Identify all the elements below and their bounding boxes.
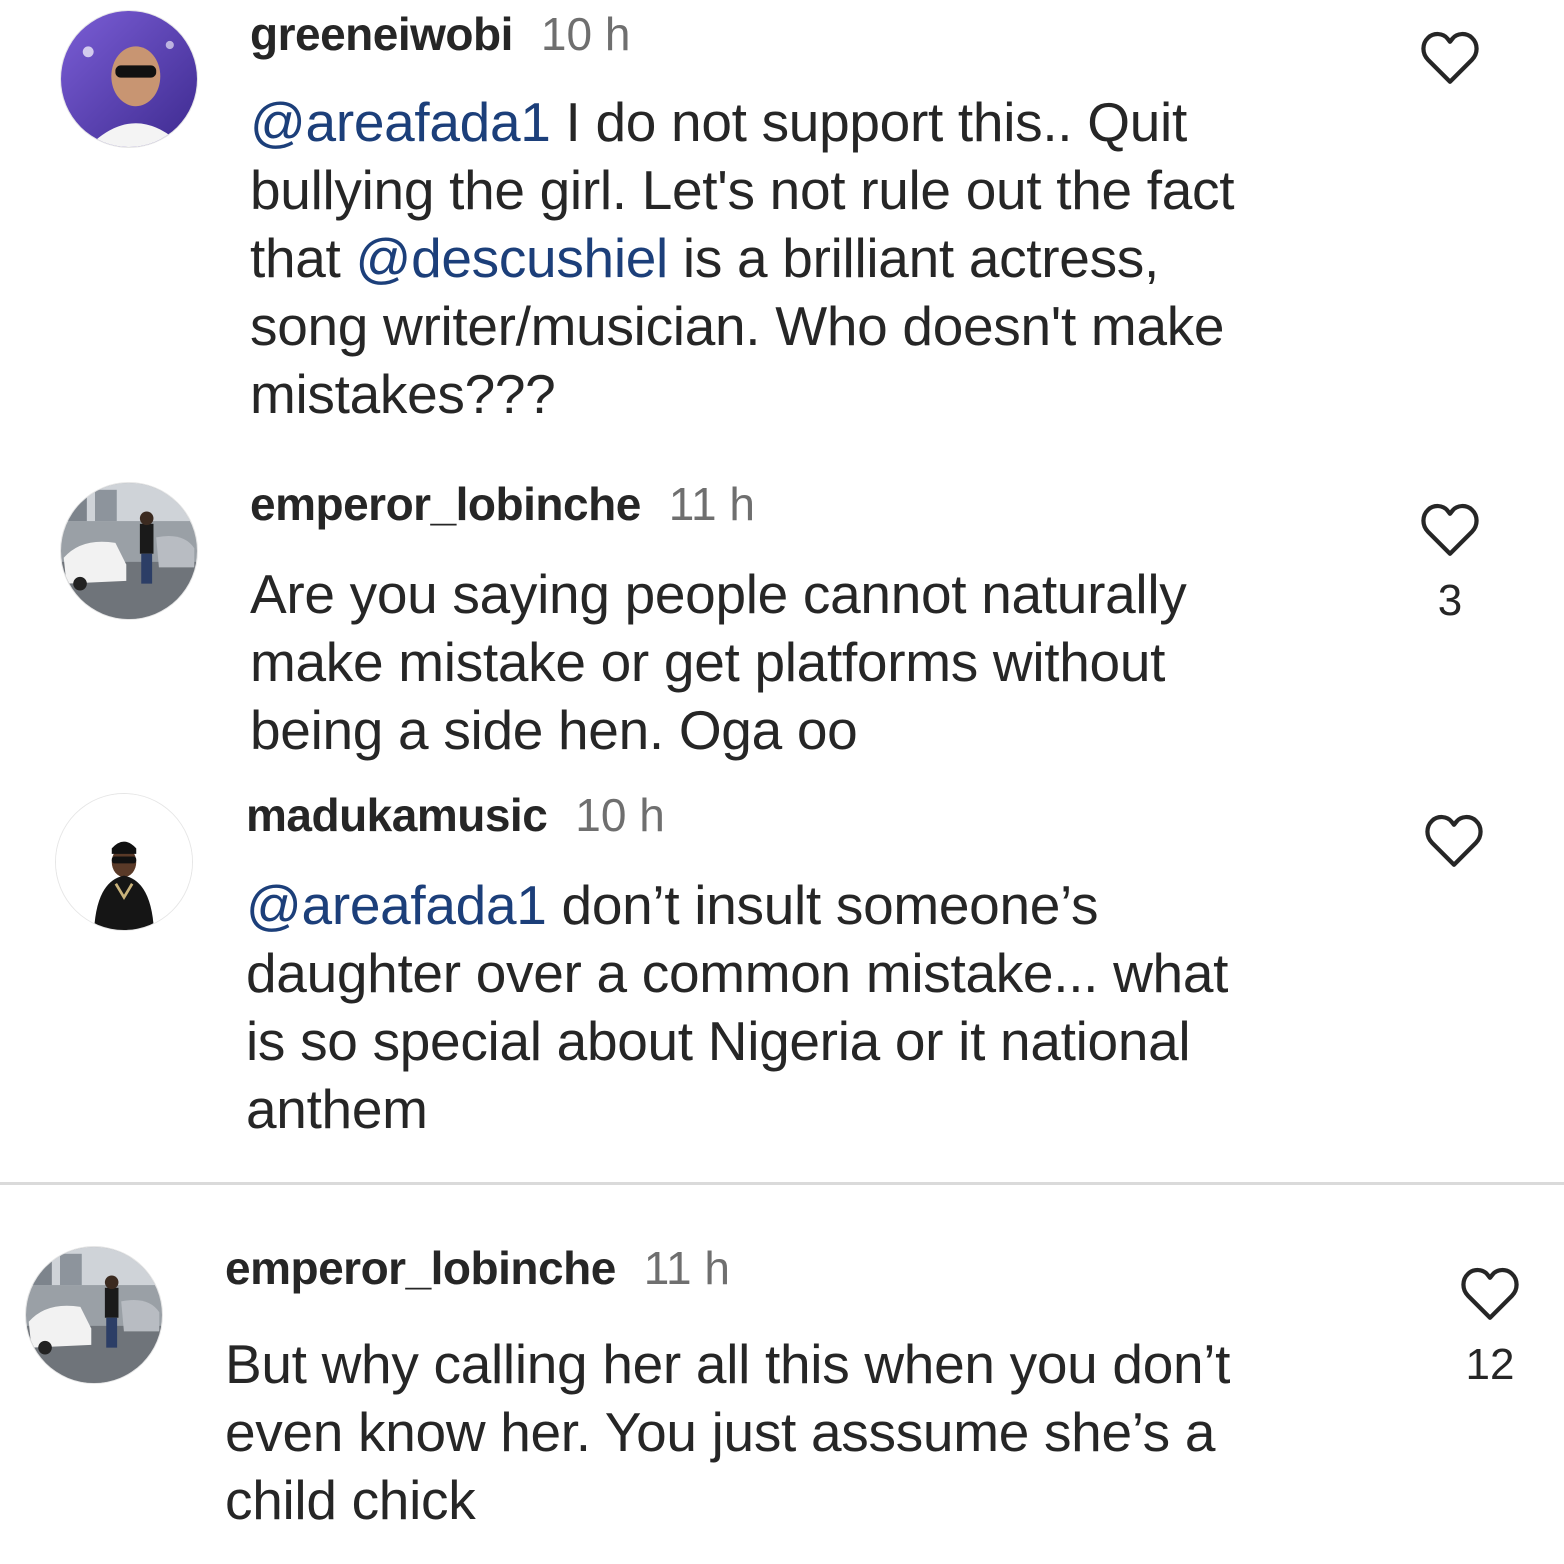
comment-text-segment: bullying the girl. Let's not rule out th… <box>250 159 1235 221</box>
avatar[interactable] <box>60 482 198 620</box>
comment-meta: madukamusic 10 h <box>246 787 665 843</box>
like-button[interactable] <box>1424 813 1484 887</box>
comment-line: is so special about Nigeria or it nation… <box>246 1007 1228 1075</box>
username[interactable]: emperor_lobinche <box>225 1242 616 1294</box>
heart-outline-icon <box>1425 814 1483 867</box>
comment-line: mistakes??? <box>250 360 1234 428</box>
comment-line: bullying the girl. Let's not rule out th… <box>250 156 1235 224</box>
comment-text-segment: that <box>250 227 356 289</box>
mention-link[interactable]: @descushiel <box>356 227 669 289</box>
username[interactable]: madukamusic <box>246 789 548 841</box>
comment-line: make mistake or get platforms without <box>250 628 1186 696</box>
comment-text-segment: But why calling her all this when you do… <box>225 1333 1231 1395</box>
like-count: 3 <box>1437 576 1463 625</box>
comment-text-segment: don’t insult someone’s <box>546 874 1099 936</box>
username[interactable]: emperor_lobinche <box>250 478 641 530</box>
comment-text-segment: even know her. You just asssume she’s a <box>225 1401 1216 1463</box>
like-count: 12 <box>1465 1340 1515 1389</box>
comment-line: @areafada1 I do not support this.. Quit <box>250 88 1234 156</box>
avatar-image <box>26 1247 162 1383</box>
comment-line: even know her. You just asssume she’s a <box>225 1398 1230 1466</box>
timestamp: 11 h <box>668 478 755 530</box>
comment-line: being a side hen. Oga oo <box>250 696 1186 764</box>
comment-text-segment: being a side hen. Oga oo <box>250 699 858 761</box>
comment-text-segment: I do not support this.. Quit <box>550 91 1188 153</box>
heart-outline-icon <box>1421 503 1479 556</box>
heart-outline-icon <box>1421 31 1479 84</box>
comment-text: Are you saying people cannot naturally ma… <box>250 560 1187 764</box>
comment-text-segment: Are you saying people cannot naturally <box>250 563 1187 625</box>
mention-link[interactable]: @areafada1 <box>246 874 547 936</box>
timestamp: 11 h <box>643 1242 730 1294</box>
comment-meta: emperor_lobinche 11 h <box>225 1240 730 1296</box>
like-button[interactable]: 12 <box>1460 1266 1520 1390</box>
like-button[interactable]: 3 <box>1420 502 1480 626</box>
comment-text-segment: is so special about Nigeria or it nation… <box>246 1010 1191 1072</box>
comment-line: that @descushiel is a brilliant actress, <box>250 224 1234 292</box>
like-button[interactable] <box>1420 30 1480 104</box>
mention-link[interactable]: @areafada1 <box>250 91 551 153</box>
comment-line: Are you saying people cannot naturally <box>250 560 1187 628</box>
comment-line: daughter over a common mistake... what <box>246 939 1228 1007</box>
heart-outline-icon <box>1461 1267 1519 1320</box>
comment-text-segment: make mistake or get platforms without <box>250 631 1166 693</box>
avatar[interactable] <box>25 1246 163 1384</box>
avatar-image <box>61 11 197 147</box>
comment-text-segment: daughter over a common mistake... what <box>246 942 1229 1004</box>
comment-text-segment: song writer/musician. Who doesn't make <box>250 295 1225 357</box>
comment-line: But why calling her all this when you do… <box>225 1330 1230 1398</box>
timestamp: 10 h <box>575 789 665 841</box>
comment-text-segment: anthem <box>246 1078 428 1140</box>
username[interactable]: greeneiwobi <box>250 8 513 60</box>
comment-text-segment: child chick <box>225 1469 476 1531</box>
comment-text-segment: is a brilliant actress, <box>667 227 1159 289</box>
comment-line: @areafada1 don’t insult someone’s <box>246 871 1228 939</box>
avatar-image <box>56 794 192 930</box>
comment-line: anthem <box>246 1075 1228 1143</box>
avatar[interactable] <box>55 793 193 931</box>
comment-meta: greeneiwobi 10 h <box>250 6 630 62</box>
avatar-image <box>61 483 197 619</box>
comment-text-segment: mistakes??? <box>250 363 556 425</box>
comment-line: song writer/musician. Who doesn't make <box>250 292 1234 360</box>
comment-text: But why calling her all this when you do… <box>225 1330 1230 1534</box>
timestamp: 10 h <box>540 8 631 60</box>
divider <box>0 1182 1564 1185</box>
comment-text: @areafada1 don’t insult someone’s daughte… <box>246 871 1228 1143</box>
comment-text: @areafada1 I do not support this.. Quit b… <box>250 88 1235 428</box>
comment-meta: emperor_lobinche 11 h <box>250 476 755 532</box>
avatar[interactable] <box>60 10 198 148</box>
comment-line: child chick <box>225 1466 1230 1534</box>
